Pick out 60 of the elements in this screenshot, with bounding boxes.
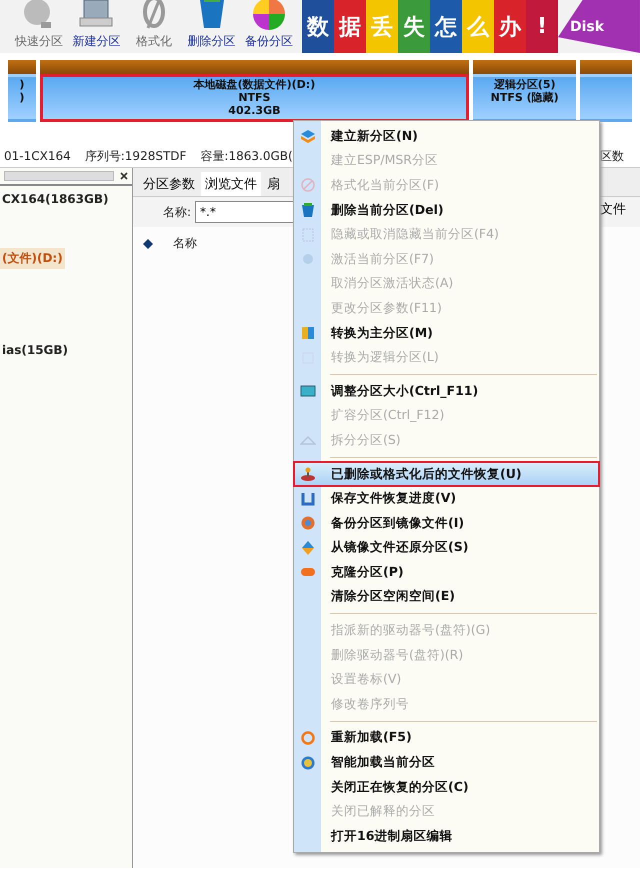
banner-tile: 办 [494, 0, 526, 53]
ring-icon [300, 730, 316, 746]
partition-block[interactable]: 本地磁盘(数据文件)(D:) NTFS 402.3GB [40, 60, 469, 122]
window-icon [300, 383, 316, 400]
disk-info-text: 序列号:1928STDF [84, 148, 186, 164]
book-icon [300, 325, 316, 342]
banner-tile: 怎 [430, 0, 462, 53]
toolbar-button[interactable]: 备份分区 [240, 0, 298, 53]
banner-tile: 丢 [366, 0, 398, 53]
tree-item[interactable]: ias(15GB) [0, 341, 70, 359]
tree-item[interactable]: (文件)(D:) [0, 248, 65, 269]
menu-item[interactable]: 重新加载(F5) [294, 726, 599, 750]
document-icon [300, 226, 316, 243]
toolbar-button[interactable]: 新建分区 [68, 0, 126, 53]
banner-tile: 么 [462, 0, 494, 53]
menu-item[interactable]: 克隆分区(P) [294, 560, 599, 585]
partition-block[interactable] [580, 60, 632, 122]
diamond-icon [300, 540, 316, 556]
disc-icon [300, 515, 316, 532]
menu-item[interactable]: 调整分区大小(Ctrl_F11) [294, 378, 599, 404]
tab[interactable]: 浏览文件 [201, 172, 261, 196]
partition-label: NTFS (隐藏) [490, 91, 559, 104]
menu-item[interactable]: 备份分区到镜像文件(I) [294, 510, 599, 536]
partition-label: 逻辑分区(5) [494, 78, 556, 91]
trash-icon [300, 202, 316, 218]
menu-item[interactable]: 从镜像文件还原分区(S) [294, 536, 599, 560]
filter-label: 名称: [163, 204, 192, 220]
menu-item[interactable]: 保存文件恢复进度(V) [294, 486, 599, 511]
banner-tile: 失 [398, 0, 430, 53]
menu-item[interactable]: 打开16进制扇区编辑 [294, 824, 599, 849]
banner-logo: Disk [558, 0, 640, 53]
partition-label: 402.3GB [228, 104, 281, 117]
menu-item[interactable]: 已删除或格式化后的文件恢复(U) [294, 462, 599, 486]
menu-item[interactable]: 智能加载当前分区 [294, 750, 599, 775]
joystick-icon [300, 466, 316, 482]
tree-item[interactable]: CX164(1863GB) [0, 190, 110, 208]
banner-tile: 据 [334, 0, 366, 53]
partition-label: ) [19, 78, 24, 91]
banner-tile: 数 [302, 0, 334, 53]
filter-button[interactable]: 文件 [598, 198, 628, 220]
partition-label: NTFS [238, 91, 270, 104]
menu-item[interactable]: 建立新分区(N) [294, 124, 599, 149]
disk-info-text: 01-1CX164 [4, 149, 71, 163]
toolbar-button[interactable]: 删除分区 [182, 0, 240, 53]
diamond-icon [143, 238, 153, 248]
partition-label: 本地磁盘(数据文件)(D:) [194, 78, 316, 91]
menu-item[interactable]: 关闭正在恢复的分区(C) [294, 774, 599, 800]
disk-info-text: 容量:1863.0GB( [200, 148, 293, 164]
no-sign-icon [300, 177, 316, 194]
layers-icon [300, 128, 316, 144]
partition-block[interactable]: ) ) [8, 60, 36, 122]
scrollbar[interactable] [4, 171, 114, 181]
column-header[interactable]: 名称 [173, 235, 197, 252]
menu-item[interactable]: 清除分区空闲空间(E) [294, 584, 599, 610]
menu-item[interactable]: 转换为主分区(M) [294, 320, 599, 346]
disk-info-text: 区数 [600, 148, 624, 164]
banner-tile: ! [526, 0, 558, 53]
partition-block[interactable]: 逻辑分区(5) NTFS (隐藏) [473, 60, 576, 122]
close-icon [120, 172, 128, 180]
partition-label: ) [19, 91, 24, 104]
